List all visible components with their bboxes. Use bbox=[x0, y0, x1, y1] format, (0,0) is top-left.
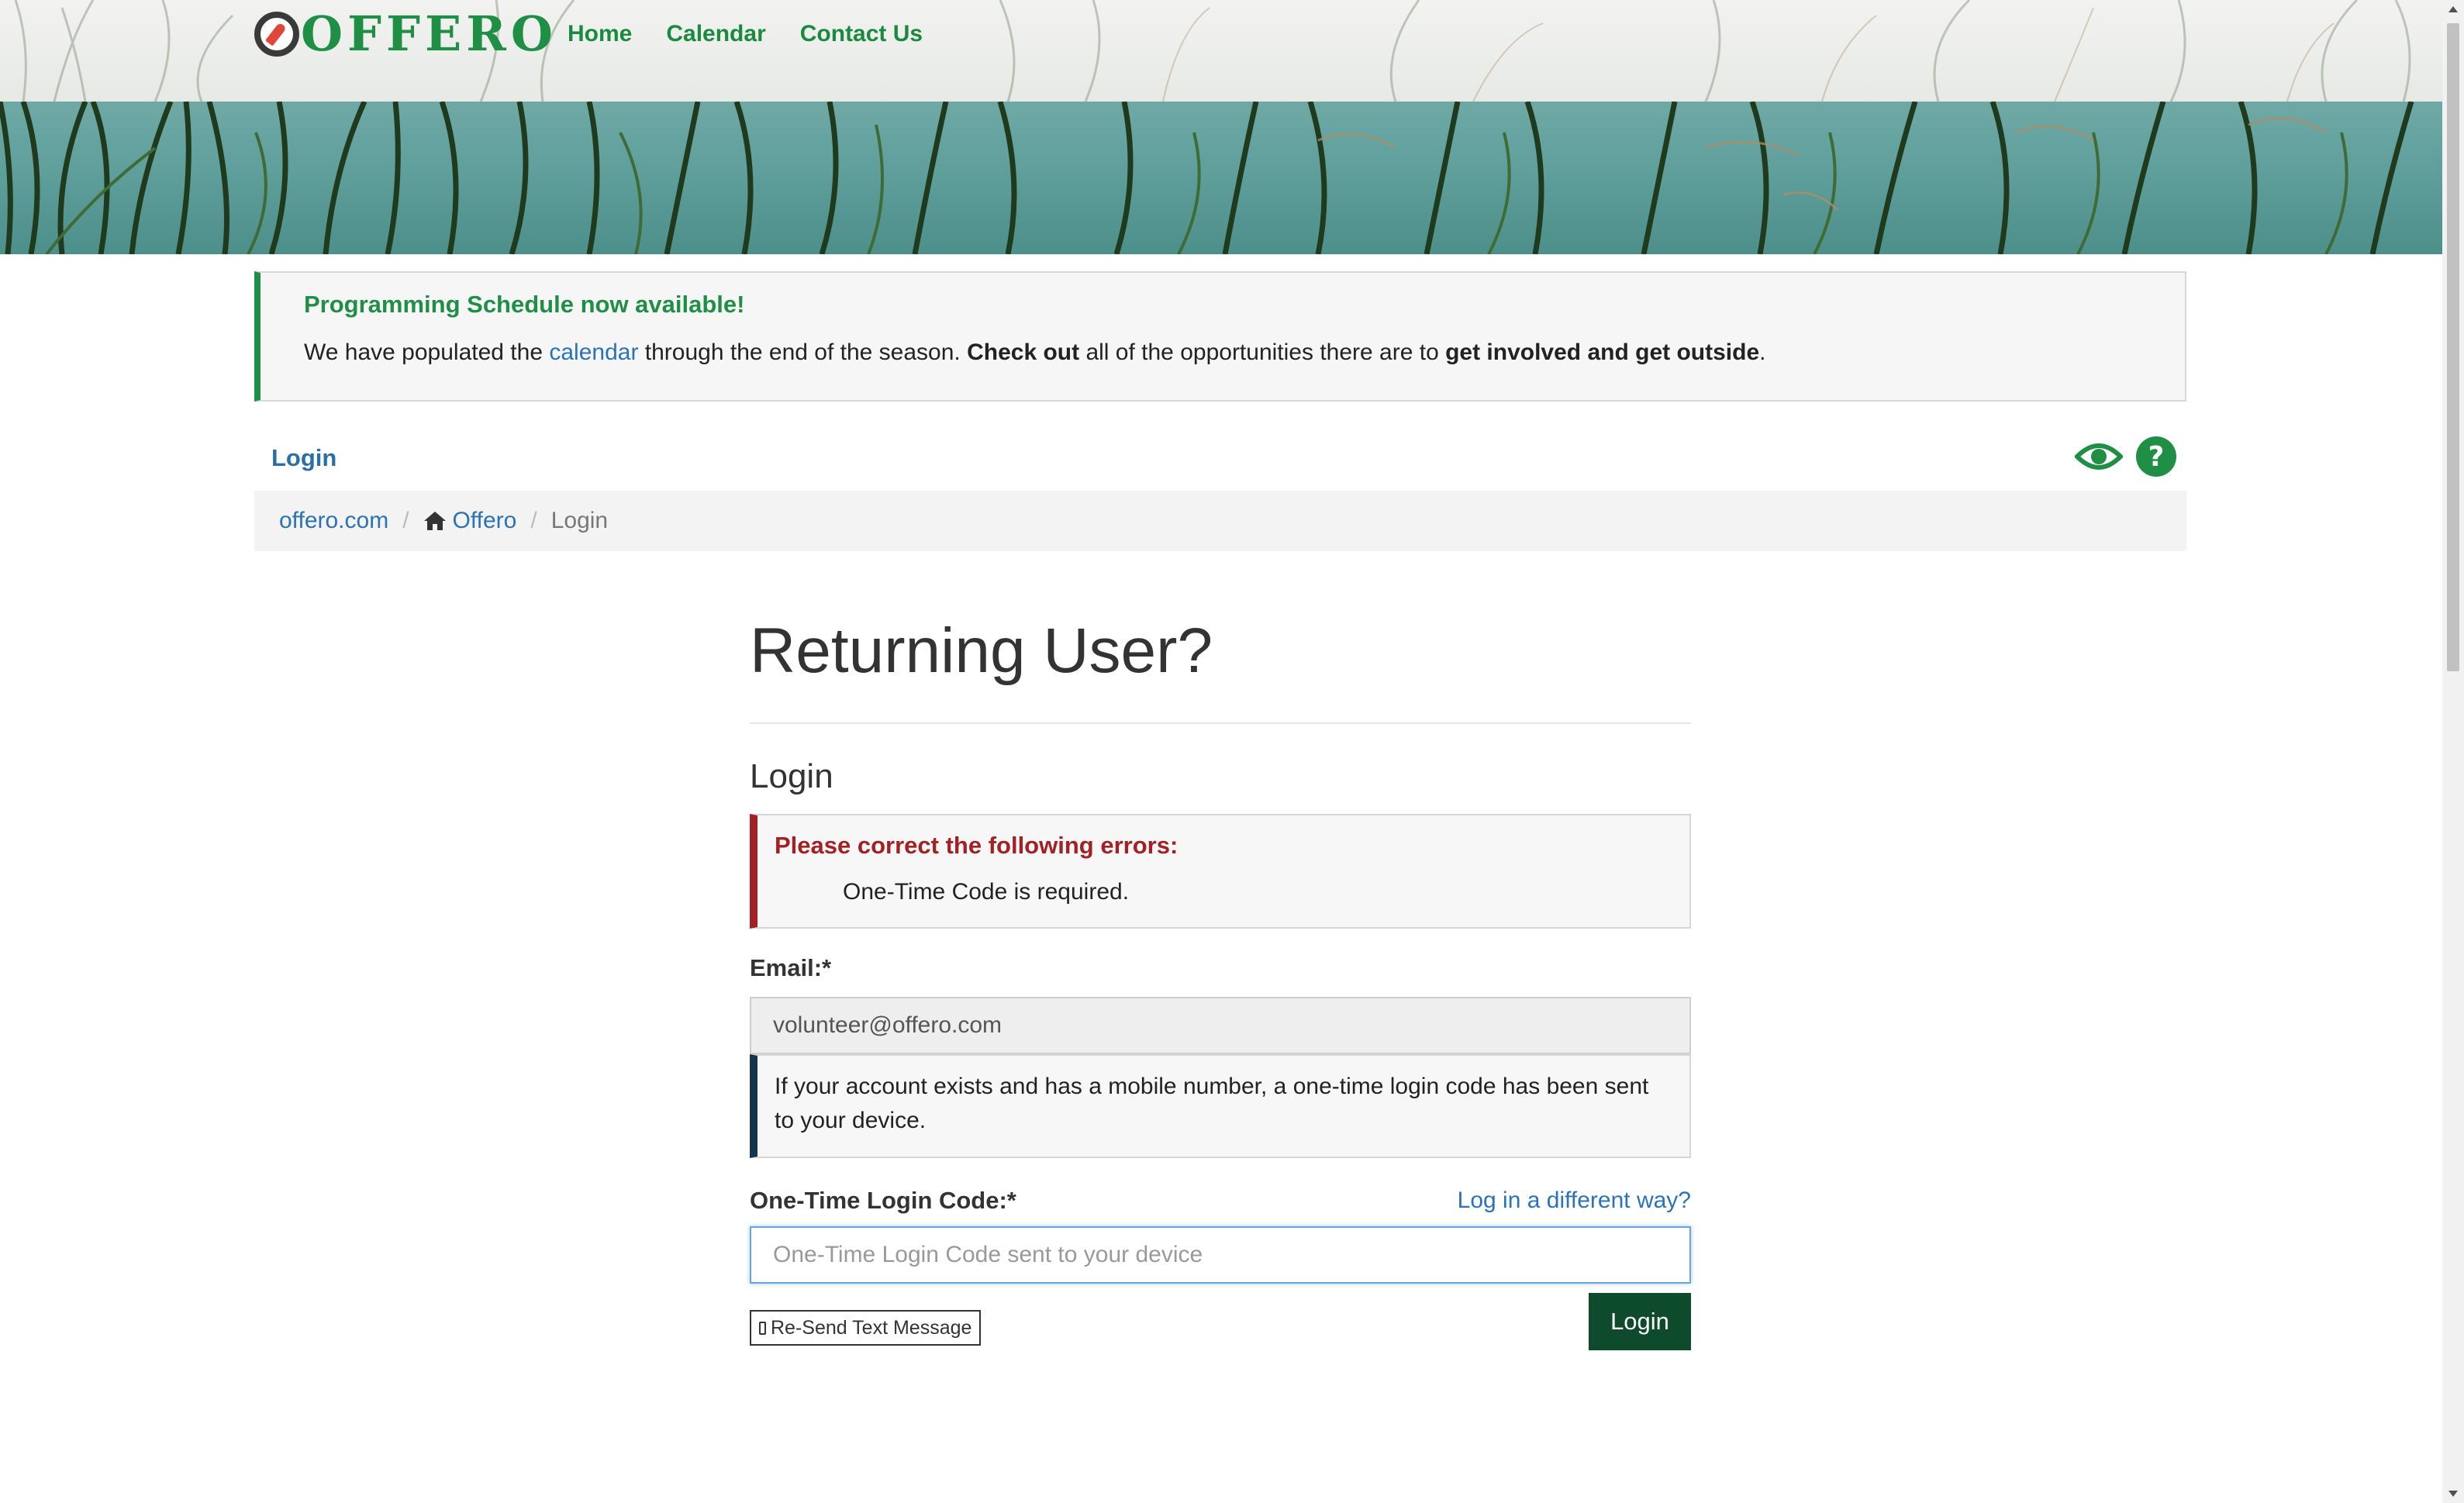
breadcrumb-offero[interactable]: Offero bbox=[453, 508, 517, 534]
email-field[interactable] bbox=[750, 997, 1691, 1054]
breadcrumb-separator: / bbox=[530, 508, 537, 533]
announcement-bold-part: get involved and get outside bbox=[1445, 340, 1760, 365]
announcement-text-part: through the end of the season. bbox=[638, 340, 968, 365]
resend-text-button[interactable]: Re-Send Text Message bbox=[750, 1310, 982, 1346]
nav-home[interactable]: Home bbox=[568, 17, 632, 51]
email-label: Email:* bbox=[750, 954, 832, 981]
otp-code-label: One-Time Login Code:* bbox=[750, 1187, 1016, 1214]
breadcrumb-separator: / bbox=[402, 508, 409, 533]
error-title: Please correct the following errors: bbox=[775, 832, 1179, 859]
alternate-login-link[interactable]: Log in a different way? bbox=[1458, 1183, 1691, 1219]
nav-calendar[interactable]: Calendar bbox=[666, 17, 765, 51]
scroll-down-arrow-icon[interactable] bbox=[2448, 1491, 2458, 1497]
svg-text:?: ? bbox=[2148, 441, 2165, 473]
nav-contact-us[interactable]: Contact Us bbox=[800, 17, 923, 51]
scroll-up-arrow-icon[interactable] bbox=[2448, 6, 2458, 12]
home-icon bbox=[423, 512, 446, 530]
page: OFFERO Home Calendar Contact Us Programm… bbox=[0, 0, 2442, 1503]
scrollbar-thumb[interactable] bbox=[2447, 23, 2459, 671]
validation-error-box: Please correct the following errors: One… bbox=[750, 814, 1691, 929]
announcement-text: We have populated the calendar through t… bbox=[304, 335, 1765, 371]
main-nav: Home Calendar Contact Us bbox=[568, 17, 923, 51]
logo-wordmark: OFFERO bbox=[301, 5, 557, 62]
eye-icon[interactable] bbox=[2075, 440, 2123, 474]
announcement-banner: Programming Schedule now available! We h… bbox=[254, 271, 2186, 402]
returning-user-heading: Returning User? bbox=[750, 615, 1213, 686]
page-title-login: Login bbox=[271, 444, 337, 471]
announcement-bold-part: Check out bbox=[967, 340, 1080, 365]
calendar-link[interactable]: calendar bbox=[549, 340, 638, 365]
announcement-text-part: We have populated the bbox=[304, 340, 550, 365]
compass-logo-icon bbox=[254, 12, 299, 57]
vertical-scrollbar[interactable] bbox=[2442, 0, 2464, 1503]
breadcrumb: offero.com / Offero / Login bbox=[254, 491, 2186, 551]
resend-label: Re-Send Text Message bbox=[771, 1316, 972, 1339]
breadcrumb-current: Login bbox=[550, 508, 609, 533]
announcement-text-part: all of the opportunities there are to bbox=[1079, 340, 1446, 365]
breadcrumb-home[interactable]: Offero bbox=[423, 508, 517, 534]
hero-banner-image bbox=[0, 102, 2442, 254]
grass-hero-image bbox=[0, 102, 2414, 254]
error-item: One-Time Code is required. bbox=[843, 879, 1130, 905]
announcement-text-part: . bbox=[1759, 340, 1766, 365]
login-button[interactable]: Login bbox=[1589, 1293, 1691, 1350]
login-subheading: Login bbox=[750, 757, 833, 795]
page-tools: ? bbox=[2075, 436, 2177, 477]
otp-info-box: If your account exists and has a mobile … bbox=[750, 1054, 1691, 1158]
header-bar: OFFERO Home Calendar Contact Us bbox=[0, 0, 2442, 102]
announcement-title: Programming Schedule now available! bbox=[304, 291, 745, 318]
breadcrumb-offero-com[interactable]: offero.com bbox=[279, 508, 388, 534]
heading-divider bbox=[750, 722, 1691, 724]
offero-logo[interactable]: OFFERO bbox=[254, 8, 557, 60]
mobile-phone-icon bbox=[759, 1321, 766, 1335]
help-icon[interactable]: ? bbox=[2135, 436, 2177, 477]
otp-code-input[interactable] bbox=[750, 1226, 1691, 1284]
